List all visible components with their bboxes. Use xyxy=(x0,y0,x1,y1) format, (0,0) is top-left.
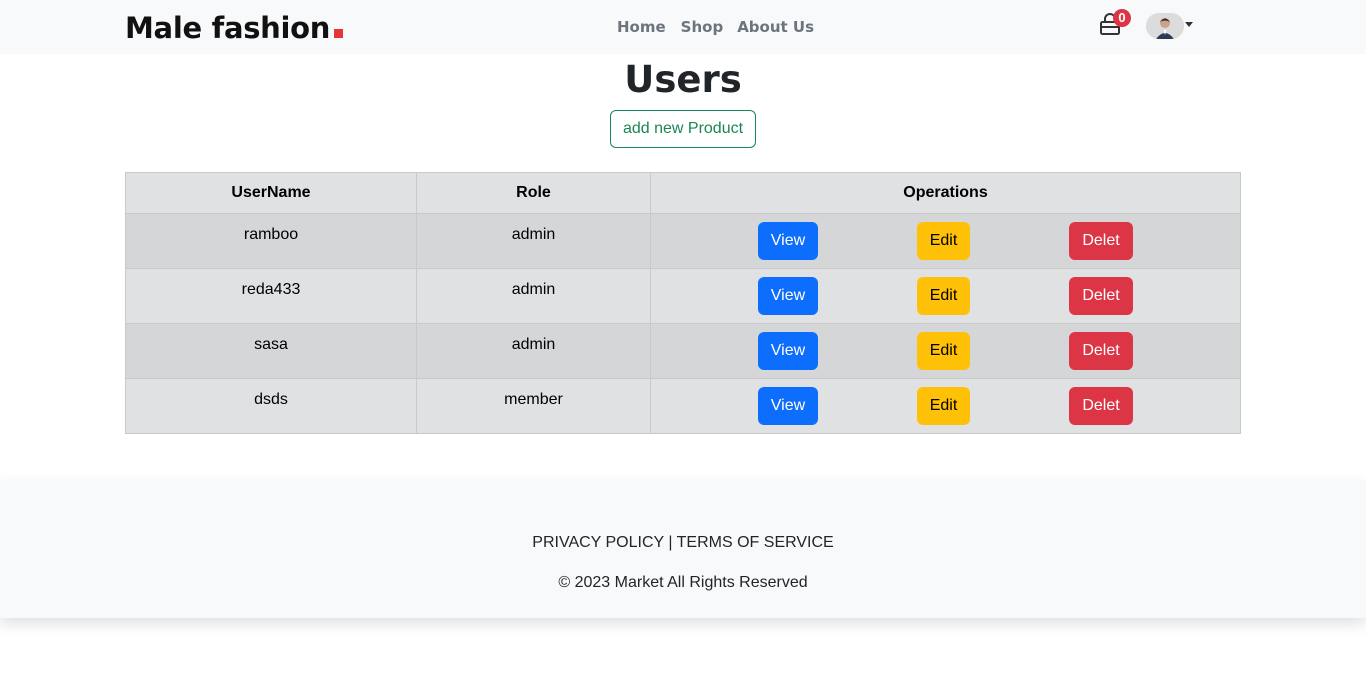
table-row: sasa admin View Edit Delet xyxy=(125,323,1241,379)
header-username: UserName xyxy=(125,172,417,214)
view-button[interactable]: View xyxy=(758,222,818,260)
footer-separator: | xyxy=(668,534,673,551)
edit-button[interactable]: Edit xyxy=(917,277,970,315)
footer: PRIVACY POLICY | TERMS OF SERVICE © 2023… xyxy=(0,480,1366,618)
delete-button[interactable]: Delet xyxy=(1069,277,1133,315)
cell-username: ramboo xyxy=(125,213,417,269)
users-table: UserName Role Operations ramboo admin Vi… xyxy=(125,172,1241,434)
cell-role: member xyxy=(416,378,651,434)
edit-button[interactable]: Edit xyxy=(917,387,970,425)
cell-username: sasa xyxy=(125,323,417,379)
page-title: Users xyxy=(624,58,742,101)
navbar: Male fashion Home Shop About Us 0 xyxy=(0,0,1366,54)
nav-links: Home Shop About Us xyxy=(617,17,814,37)
table-row: ramboo admin View Edit Delet xyxy=(125,213,1241,269)
add-new-product-button[interactable]: add new Product xyxy=(610,110,756,148)
cart-count-badge: 0 xyxy=(1113,9,1131,27)
view-button[interactable]: View xyxy=(758,277,818,315)
cell-username: dsds xyxy=(125,378,417,434)
nav-link-about-us[interactable]: About Us xyxy=(737,17,814,37)
nav-link-shop[interactable]: Shop xyxy=(681,17,724,37)
delete-button[interactable]: Delet xyxy=(1069,222,1133,260)
brand-logo[interactable]: Male fashion xyxy=(125,10,344,46)
table-header-row: UserName Role Operations xyxy=(125,172,1241,214)
footer-links: PRIVACY POLICY | TERMS OF SERVICE xyxy=(0,533,1366,553)
header-operations: Operations xyxy=(650,172,1241,214)
chevron-down-icon[interactable] xyxy=(1185,22,1193,27)
copyright-text: © 2023 Market All Rights Reserved xyxy=(558,574,808,591)
cell-role: admin xyxy=(416,213,651,269)
cell-operations: View Edit Delet xyxy=(650,213,1241,269)
cell-role: admin xyxy=(416,323,651,379)
nav-link-home[interactable]: Home xyxy=(617,17,666,37)
brand-name: Male fashion xyxy=(125,11,331,45)
delete-button[interactable]: Delet xyxy=(1069,387,1133,425)
cell-operations: View Edit Delet xyxy=(650,323,1241,379)
cell-operations: View Edit Delet xyxy=(650,378,1241,434)
cell-username: reda433 xyxy=(125,268,417,324)
edit-button[interactable]: Edit xyxy=(917,332,970,370)
delete-button[interactable]: Delet xyxy=(1069,332,1133,370)
edit-button[interactable]: Edit xyxy=(917,222,970,260)
privacy-policy-link[interactable]: PRIVACY POLICY xyxy=(532,534,664,551)
user-avatar[interactable] xyxy=(1146,13,1184,39)
view-button[interactable]: View xyxy=(758,387,818,425)
cell-role: admin xyxy=(416,268,651,324)
view-button[interactable]: View xyxy=(758,332,818,370)
brand-dot-icon xyxy=(334,29,344,38)
terms-of-service-link[interactable]: TERMS OF SERVICE xyxy=(677,534,834,551)
table-row: reda433 admin View Edit Delet xyxy=(125,268,1241,324)
header-role: Role xyxy=(416,172,651,214)
table-row: dsds member View Edit Delet xyxy=(125,378,1241,434)
cell-operations: View Edit Delet xyxy=(650,268,1241,324)
